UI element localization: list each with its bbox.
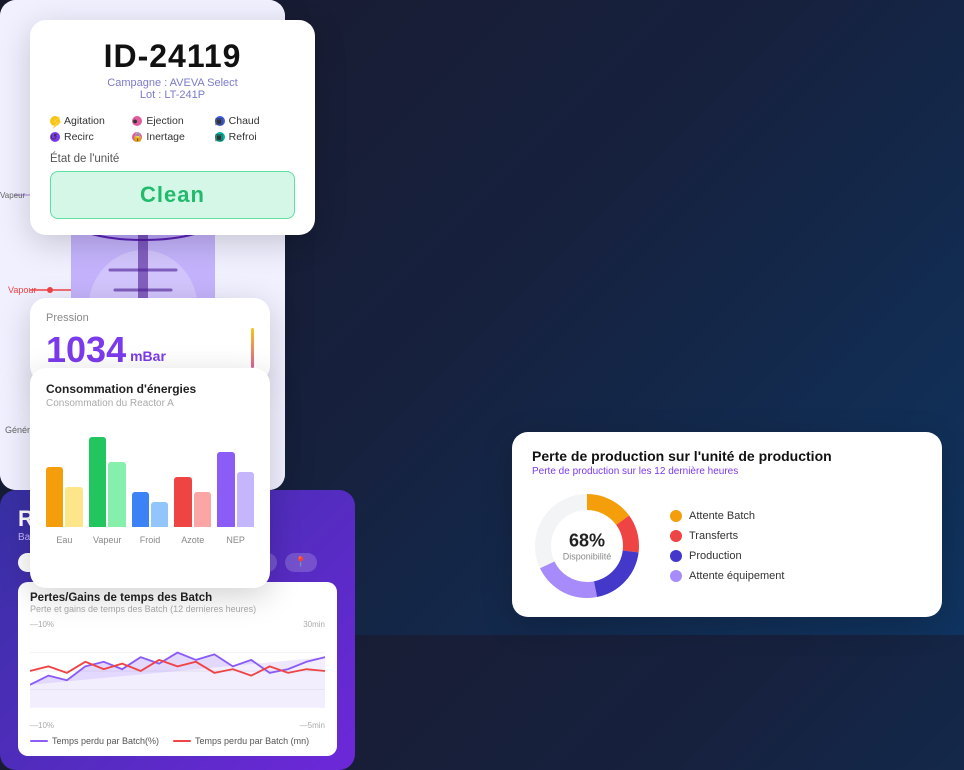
dot-transferts (670, 530, 682, 542)
dot-attente-equip (670, 570, 682, 582)
axis-left-top: —10% (30, 620, 54, 629)
pression-bar (251, 328, 254, 368)
bar-nep (217, 452, 254, 527)
id-card: ID-24119 Campagne : AVEVA Select Lot : L… (30, 20, 315, 235)
tag-list: ⚡ Agitation ● Ejection ▣ Chaud ↺ Recirc … (50, 115, 295, 143)
agitation-icon: ⚡ (50, 116, 60, 126)
bar-froid (132, 492, 169, 527)
bar-eau (46, 467, 83, 527)
legend-batch-pct: Temps perdu par Batch(%) (30, 736, 159, 746)
perte-content: 68% Disponibilité Attente Batch Transfer… (532, 491, 922, 601)
clean-badge: Clean (50, 171, 295, 219)
dot-attente-batch (670, 510, 682, 522)
donut-label: Disponibilité (563, 552, 612, 562)
dot-production (670, 550, 682, 562)
dashboard: ID-24119 Campagne : AVEVA Select Lot : L… (0, 0, 964, 635)
bar-azote-2 (194, 492, 211, 527)
lbl-vapeur: Vapeur (89, 535, 126, 545)
tag-ejection: ● Ejection (132, 115, 212, 127)
lot-label: Lot : LT-241P (50, 89, 295, 101)
legend-line-red (173, 740, 191, 742)
legend-attente-batch: Attente Batch (670, 510, 784, 522)
lbl-eau: Eau (46, 535, 83, 545)
pression-label: Pression (46, 312, 254, 324)
bar-vapeur (89, 437, 126, 527)
tag-inertage: 🔒 Inertage (132, 131, 212, 143)
conso-title: Consommation d'énergies (46, 382, 254, 396)
line-chart-svg (30, 631, 325, 711)
axis-left-bottom: —10% (30, 721, 54, 730)
bar-froid-1 (132, 492, 149, 527)
bar-eau-2 (65, 487, 82, 527)
svg-text:Vapeur: Vapeur (0, 191, 26, 200)
axis-right-top: 30min (303, 620, 325, 629)
bar-chart (46, 419, 254, 529)
bar-vapeur-1 (89, 437, 106, 527)
pression-row: 1034 mBar (46, 328, 254, 368)
legend-line-purple (30, 740, 48, 742)
bar-nep-2 (237, 472, 254, 527)
perte-legend: Attente Batch Transferts Production Atte… (670, 510, 784, 582)
inertage-icon: 🔒 (132, 132, 142, 142)
legend-attente-equip: Attente équipement (670, 570, 784, 582)
tab-location[interactable]: 📍 (285, 553, 317, 572)
pertes-gains-chart: Pertes/Gains de temps des Batch Perte et… (18, 582, 337, 756)
conso-subtitle: Consommation du Reactor A (46, 398, 254, 409)
unit-id: ID-24119 (50, 38, 295, 75)
axis-right-bottom: —5min (300, 721, 325, 730)
pression-value: 1034 (46, 332, 126, 368)
refroi-icon: ▣ (215, 132, 225, 142)
chaud-icon: ▣ (215, 116, 225, 126)
lbl-azote: Azote (174, 535, 211, 545)
svg-text:Vapour: Vapour (8, 285, 36, 295)
etat-label: État de l'unité (50, 153, 295, 165)
chart-title: Pertes/Gains de temps des Batch (30, 592, 325, 604)
legend-transferts: Transferts (670, 530, 784, 542)
tag-chaud: ▣ Chaud (215, 115, 295, 127)
donut-pct: 68% (563, 531, 612, 552)
perte-card: Perte de production sur l'unité de produ… (512, 432, 942, 617)
tag-agitation: ⚡ Agitation (50, 115, 130, 127)
ejection-icon: ● (132, 116, 142, 126)
lbl-nep: NEP (217, 535, 254, 545)
perte-title: Perte de production sur l'unité de produ… (532, 448, 922, 464)
pression-unit: mBar (130, 348, 166, 364)
bar-eau-1 (46, 467, 63, 527)
legend-production: Production (670, 550, 784, 562)
line-chart-wrap (30, 631, 325, 721)
bar-nep-1 (217, 452, 234, 527)
donut-chart: 68% Disponibilité (532, 491, 642, 601)
recirc-icon: ↺ (50, 132, 60, 142)
legend-batch-mn: Temps perdu par Batch (mn) (173, 736, 309, 746)
perte-subtitle: Perte de production sur les 12 dernière … (532, 466, 922, 477)
bar-azote (174, 477, 211, 527)
tag-refroi: ▣ Refroi (215, 131, 295, 143)
donut-center: 68% Disponibilité (563, 531, 612, 562)
lbl-froid: Froid (132, 535, 169, 545)
campaign-label: Campagne : AVEVA Select (50, 77, 295, 89)
bar-azote-1 (174, 477, 191, 527)
conso-card: Consommation d'énergies Consommation du … (30, 368, 270, 588)
chart-legend: Temps perdu par Batch(%) Temps perdu par… (30, 736, 325, 746)
bar-labels: Eau Vapeur Froid Azote NEP (46, 535, 254, 545)
bar-froid-2 (151, 502, 168, 527)
bar-vapeur-2 (108, 462, 125, 527)
chart-subtitle: Perte et gains de temps des Batch (12 de… (30, 604, 325, 614)
tag-recirc: ↺ Recirc (50, 131, 130, 143)
